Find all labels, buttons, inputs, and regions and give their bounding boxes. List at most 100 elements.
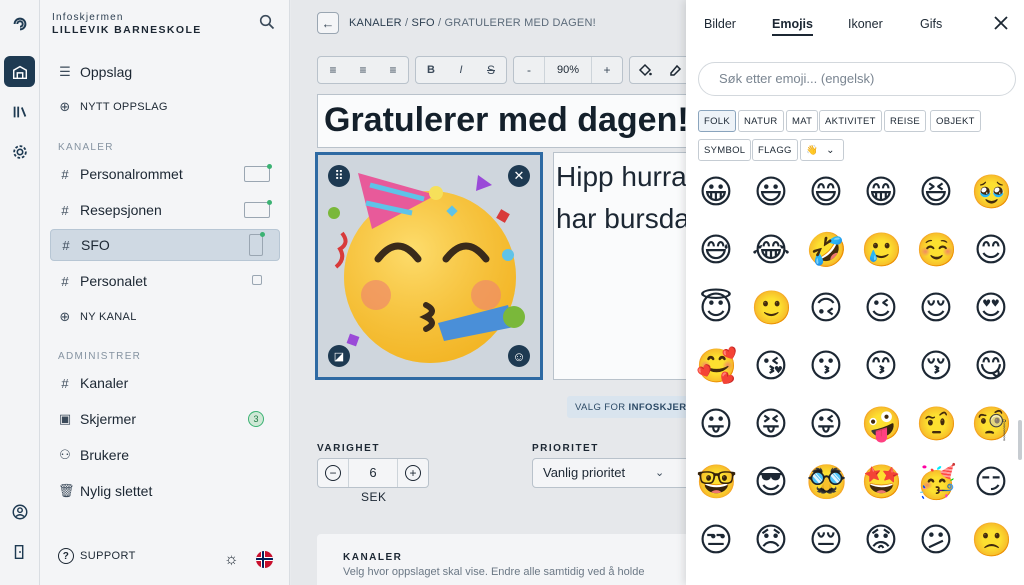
emoji-search-input[interactable]: Søk etter emoji... (engelsk): [698, 62, 1016, 96]
title-field[interactable]: Gratulerer med dagen!: [317, 94, 686, 148]
theme-toggle-icon[interactable]: ☼: [224, 551, 239, 569]
eraser-icon[interactable]: [660, 57, 686, 83]
emoji-item[interactable]: 😁: [861, 172, 901, 212]
emoji-item[interactable]: 🤩: [861, 462, 902, 502]
emoji-item[interactable]: 🥳: [916, 462, 957, 502]
close-icon[interactable]: [992, 14, 1010, 32]
emoji-item[interactable]: 😆: [916, 172, 956, 212]
search-icon[interactable]: [259, 14, 275, 30]
sidebar-item-resepsjonen[interactable]: # Resepsjonen: [50, 194, 280, 226]
priority-select[interactable]: Vanlig prioritet ⌄: [532, 458, 686, 488]
language-flag-icon[interactable]: [256, 551, 273, 568]
emoji-item[interactable]: 😌: [916, 288, 956, 328]
emoji-item[interactable]: ☺️: [916, 230, 957, 270]
align-left-icon[interactable]: ≡: [318, 57, 348, 83]
bold-icon[interactable]: B: [416, 57, 446, 83]
sidebar-item-sfo[interactable]: # SFO: [50, 229, 280, 261]
emoji-item[interactable]: 😝: [751, 404, 791, 444]
emoji-item[interactable]: 🙁: [971, 520, 1012, 560]
sidebar-item-kanaler[interactable]: # Kanaler: [50, 367, 280, 399]
sidebar-item-nylig-slettet[interactable]: 🗑 Nylig slettet: [50, 475, 280, 507]
tab-emojis[interactable]: Emojis: [772, 17, 813, 36]
sidebar-item-skjermer[interactable]: ▣ Skjermer 3: [50, 403, 280, 435]
support-button[interactable]: ? SUPPORT: [58, 548, 136, 564]
emoji-item[interactable]: 😞: [751, 520, 791, 560]
category-natur[interactable]: NATUR: [738, 110, 784, 132]
emoji-item[interactable]: 🙂: [751, 288, 792, 328]
breadcrumb-kanaler[interactable]: KANALER: [349, 17, 402, 29]
emoji-item[interactable]: 🥲: [861, 230, 902, 270]
emoji-item[interactable]: 😅: [696, 230, 736, 270]
emoji-item[interactable]: 🤪: [861, 404, 902, 444]
emoji-item[interactable]: 😄: [806, 172, 846, 212]
emoji-item[interactable]: 🤓: [696, 462, 737, 502]
emoji-item[interactable]: 🥸: [806, 462, 847, 502]
app-logo-icon[interactable]: [4, 8, 35, 39]
skin-tone-select[interactable]: 👋 ⌄: [800, 139, 844, 161]
emoji-item[interactable]: 😋: [971, 346, 1011, 386]
sidebar-item-brukere[interactable]: ⚇ Brukere: [50, 439, 280, 471]
drag-handle-icon[interactable]: ⠿: [328, 165, 350, 187]
screen-options-button[interactable]: VALG FORINFOSKJERMEN: [567, 396, 686, 418]
emoji-item[interactable]: 😉: [861, 288, 901, 328]
tab-ikoner[interactable]: Ikoner: [848, 17, 883, 31]
emoji-item[interactable]: 😎: [751, 462, 791, 502]
align-center-icon[interactable]: ≡: [348, 57, 378, 83]
scrollbar[interactable]: [1018, 420, 1022, 460]
emoji-item[interactable]: 🤣: [806, 230, 847, 270]
category-flagg[interactable]: FLAGG: [752, 139, 798, 161]
emoji-item[interactable]: 🙃: [806, 288, 846, 328]
emoji-item[interactable]: 🤨: [916, 404, 957, 444]
emoji-picker-icon[interactable]: ☺: [508, 345, 530, 367]
emoji-item[interactable]: 😚: [916, 346, 956, 386]
emoji-item[interactable]: 😛: [696, 404, 736, 444]
emoji-item[interactable]: 😀: [696, 172, 736, 212]
category-mat[interactable]: MAT: [786, 110, 819, 132]
emoji-item[interactable]: 😊: [971, 230, 1011, 270]
body-text-field[interactable]: Hipp hurra! har bursdag!: [553, 152, 686, 380]
gear-icon[interactable]: [4, 136, 35, 167]
emoji-item[interactable]: 🥰: [696, 346, 737, 386]
decrease-button[interactable]: −: [318, 459, 348, 487]
new-post-button[interactable]: ⊕ NYTT OPPSLAG: [50, 91, 280, 123]
sidebar-item-personalrommet[interactable]: # Personalrommet: [50, 158, 280, 190]
emoji-item[interactable]: 🧐: [971, 404, 1012, 444]
emoji-item[interactable]: 😍: [971, 288, 1011, 328]
category-reise[interactable]: REISE: [884, 110, 927, 132]
emoji-item[interactable]: 😕: [916, 520, 956, 560]
image-block[interactable]: ⠿ ✕ ◪ ☺: [315, 152, 543, 380]
emoji-item[interactable]: 😗: [806, 346, 846, 386]
back-button[interactable]: ←: [317, 12, 339, 34]
logout-icon[interactable]: [4, 536, 35, 567]
emoji-item[interactable]: 😇: [696, 288, 736, 328]
remove-image-icon[interactable]: ✕: [508, 165, 530, 187]
emoji-item[interactable]: 😜: [806, 404, 846, 444]
increase-button[interactable]: +: [398, 459, 428, 487]
sidebar-item-oppslag[interactable]: ☰ Oppslag: [50, 56, 280, 88]
emoji-item[interactable]: 😟: [861, 520, 901, 560]
duration-input[interactable]: 6: [348, 459, 398, 487]
paint-bucket-icon[interactable]: [630, 57, 660, 83]
new-channel-button[interactable]: ⊕ NY KANAL: [50, 301, 280, 333]
school-icon[interactable]: [4, 56, 35, 87]
tab-bilder[interactable]: Bilder: [704, 17, 736, 31]
user-profile-icon[interactable]: [4, 496, 35, 527]
breadcrumb-sfo[interactable]: SFO: [412, 17, 435, 29]
emoji-item[interactable]: 😙: [861, 346, 901, 386]
emoji-item[interactable]: 😔: [806, 520, 846, 560]
tab-gifs[interactable]: Gifs: [920, 17, 942, 31]
zoom-in-button[interactable]: +: [592, 57, 622, 83]
align-right-icon[interactable]: ≡: [378, 57, 408, 83]
emoji-item[interactable]: 🥹: [971, 172, 1012, 212]
image-style-icon[interactable]: ◪: [328, 345, 350, 367]
sidebar-item-personalet[interactable]: # Personalet: [50, 265, 280, 297]
emoji-item[interactable]: 😒: [696, 520, 736, 560]
category-aktivitet[interactable]: AKTIVITET: [819, 110, 882, 132]
emoji-item[interactable]: 😏: [971, 462, 1011, 502]
strikethrough-icon[interactable]: S: [476, 57, 506, 83]
library-icon[interactable]: [4, 96, 35, 127]
category-symbol[interactable]: SYMBOL: [698, 139, 752, 161]
zoom-out-button[interactable]: -: [514, 57, 544, 83]
emoji-item[interactable]: 😘: [751, 346, 791, 386]
emoji-item[interactable]: 😂: [751, 230, 791, 270]
